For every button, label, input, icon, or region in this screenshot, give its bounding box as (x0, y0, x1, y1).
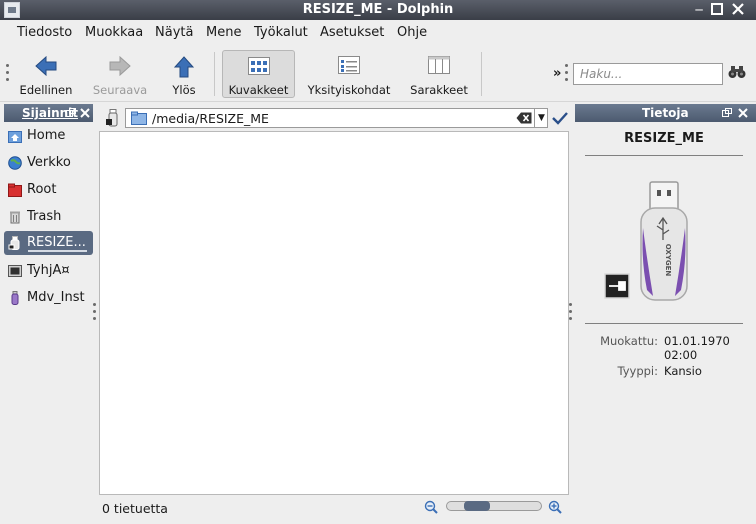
info-panel-header: Tietoja (575, 104, 756, 122)
place-trash[interactable]: Trash (4, 205, 93, 229)
menu-view[interactable]: Näytä (155, 25, 193, 40)
maximize-icon[interactable] (710, 3, 724, 17)
modified-value: 01.01.1970 02:00 (664, 334, 730, 362)
columns-view-icon (428, 56, 450, 74)
root-folder-icon (8, 183, 22, 197)
icons-view-icon (247, 57, 270, 75)
confirm-location-icon[interactable] (552, 111, 568, 125)
back-arrow-icon (35, 56, 57, 76)
up-label: Ylös (172, 83, 196, 97)
location-path: /media/RESIZE_ME (152, 111, 269, 126)
zoom-out-icon[interactable] (424, 500, 438, 514)
places-panel: Sijainnit Home Verkko Root Trash RESIZE.… (0, 104, 96, 524)
zoom-slider[interactable] (446, 501, 542, 511)
columns-view-button[interactable]: Sarakkeet (406, 50, 472, 98)
close-panel-icon[interactable] (738, 108, 748, 118)
up-button[interactable]: Ylös (164, 50, 204, 98)
back-label: Edellinen (19, 83, 73, 97)
forward-button[interactable]: Seuraava (90, 50, 150, 98)
window-title: RESIZE_ME - Dolphin (302, 2, 454, 17)
up-arrow-icon (174, 56, 194, 78)
forward-arrow-icon (109, 56, 131, 76)
toolbar-grip[interactable] (6, 64, 9, 85)
menu-edit[interactable]: Muokkaa (85, 25, 143, 40)
binoculars-icon[interactable] (728, 65, 746, 79)
info-splitter-grip[interactable] (569, 303, 572, 324)
network-globe-icon (8, 156, 22, 170)
location-bar: /media/RESIZE_ME ▼ (100, 106, 570, 130)
location-history-dropdown[interactable]: ▼ (534, 109, 548, 127)
type-value: Kansio (664, 364, 702, 378)
places-panel-header: Sijainnit (4, 104, 93, 122)
place-empty-disk[interactable]: TyhjÃ¤ (4, 259, 93, 283)
minimize-icon[interactable]: ─ (692, 3, 706, 17)
place-mdv-inst[interactable]: Mdv_Inst (4, 286, 93, 310)
trash-icon (10, 211, 20, 224)
place-resize-me[interactable]: RESIZE... (4, 231, 93, 255)
title-bar: RESIZE_ME - Dolphin ─ (0, 0, 756, 20)
usb-drive-preview: OXYGEN (603, 180, 695, 302)
main-toolbar: Edellinen Seuraava Ylös Kuvakkeet Yksity… (0, 46, 756, 102)
menu-tools[interactable]: Työkalut (254, 25, 308, 40)
home-folder-icon (8, 131, 22, 143)
disk-icon (8, 265, 22, 277)
search-toolbar-grip[interactable] (565, 64, 568, 85)
usb-drive-icon (11, 291, 19, 305)
details-view-label: Yksityiskohdat (307, 83, 391, 97)
info-item-name: RESIZE_ME (624, 131, 704, 146)
toolbar-separator (481, 52, 482, 96)
modified-label: Muokattu: (600, 334, 658, 348)
search-input[interactable]: Haku... (573, 63, 723, 85)
info-title: Tietoja (642, 106, 689, 120)
float-panel-icon[interactable] (66, 108, 76, 117)
close-window-icon[interactable] (731, 3, 745, 17)
info-divider (585, 155, 743, 156)
menu-go[interactable]: Mene (206, 25, 241, 40)
place-root[interactable]: Root (4, 178, 93, 202)
details-view-button[interactable]: Yksityiskohdat (304, 50, 394, 98)
toolbar-overflow-button[interactable]: » (553, 66, 561, 81)
details-view-icon (338, 56, 360, 74)
menu-help[interactable]: Ohje (397, 25, 427, 40)
icons-view-button[interactable]: Kuvakkeet (222, 50, 295, 98)
float-panel-icon[interactable] (722, 108, 732, 117)
place-network[interactable]: Verkko (4, 151, 93, 175)
zoom-in-icon[interactable] (548, 500, 562, 514)
columns-view-label: Sarakkeet (410, 83, 468, 97)
close-panel-icon[interactable] (80, 108, 90, 118)
modified-date: 01.01.1970 (664, 334, 730, 348)
info-divider (585, 323, 743, 324)
toolbar-separator (214, 52, 215, 96)
usb-drive-large-icon: OXYGEN (604, 181, 688, 301)
location-input[interactable]: /media/RESIZE_ME ▼ (125, 108, 548, 128)
usb-drive-icon (8, 236, 20, 250)
menu-file[interactable]: Tiedosto (17, 25, 72, 40)
type-label: Tyyppi: (617, 364, 658, 378)
icons-view-label: Kuvakkeet (228, 83, 289, 97)
menu-bar: Tiedosto Muokkaa Näytä Mene Työkalut Ase… (0, 20, 756, 46)
usb-brand-text: OXYGEN (664, 244, 672, 277)
file-view[interactable] (99, 131, 569, 495)
places-splitter-grip[interactable] (93, 303, 96, 324)
forward-label: Seuraava (92, 83, 148, 97)
zoom-slider-handle[interactable] (464, 501, 490, 511)
clear-location-icon[interactable] (516, 112, 532, 124)
place-home[interactable]: Home (4, 124, 93, 148)
folder-icon (131, 111, 147, 125)
modified-time: 02:00 (664, 348, 698, 362)
information-panel: Tietoja RESIZE_ME OXYGEN Muokattu: 01.01… (575, 104, 756, 524)
menu-settings[interactable]: Asetukset (320, 25, 384, 40)
back-button[interactable]: Edellinen (16, 50, 76, 98)
status-text: 0 tietuetta (102, 501, 168, 516)
device-usb-icon[interactable] (105, 109, 121, 127)
